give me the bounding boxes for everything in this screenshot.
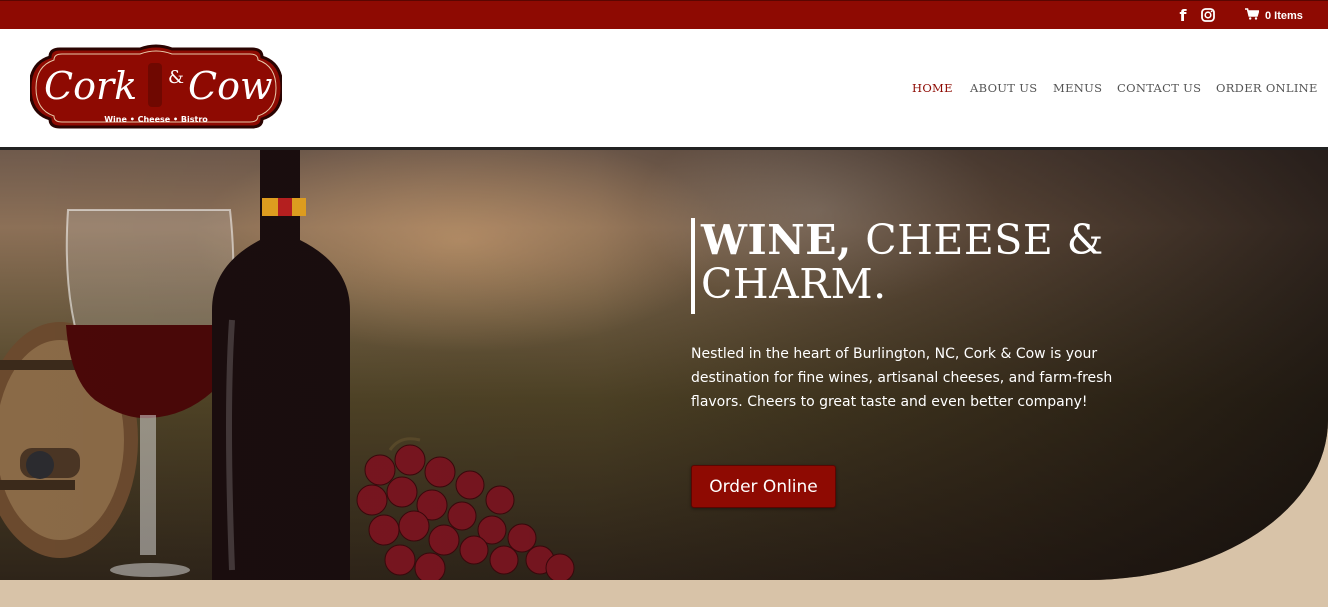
nav-item-contact-us[interactable]: CONTACT US [1117,81,1201,95]
nav-item-menus[interactable]: MENUS [1053,81,1102,95]
hero-headline-block: WINE, CHEESE & CHARM. [691,218,1104,314]
top-bar: f 0 Items [0,0,1328,29]
nav-item-about-us[interactable]: ABOUT US [970,81,1037,95]
cart-count-label: 0 Items [1265,9,1303,22]
instagram-icon[interactable] [1199,6,1217,24]
hero-headline-line2: CHARM. [701,260,887,308]
hero-headline: WINE, CHEESE & CHARM. [701,218,1104,306]
site-header: Cork & Cow Wine • Cheese • Bistro HOME A… [0,29,1328,147]
logo-tagline: Wine • Cheese • Bistro [104,115,208,124]
cart-link[interactable]: 0 Items [1245,8,1303,23]
logo-name-right: Cow [188,64,272,108]
site-logo[interactable]: Cork & Cow Wine • Cheese • Bistro [28,43,284,133]
facebook-icon[interactable]: f [1174,6,1192,25]
cart-icon [1245,8,1260,23]
hero-headline-bold: WINE, [701,216,852,264]
nav-item-order-online[interactable]: ORDER ONLINE [1216,81,1318,95]
nav-item-home[interactable]: HOME [912,81,953,95]
hero-headline-rest: CHEESE & [851,216,1104,264]
order-online-button[interactable]: Order Online [691,465,836,508]
hero-section: WINE, CHEESE & CHARM. Nestled in the hea… [0,150,1328,580]
logo-ampersand: & [168,67,184,88]
logo-name-left: Cork [44,64,137,108]
hero-description: Nestled in the heart of Burlington, NC, … [691,346,1113,410]
